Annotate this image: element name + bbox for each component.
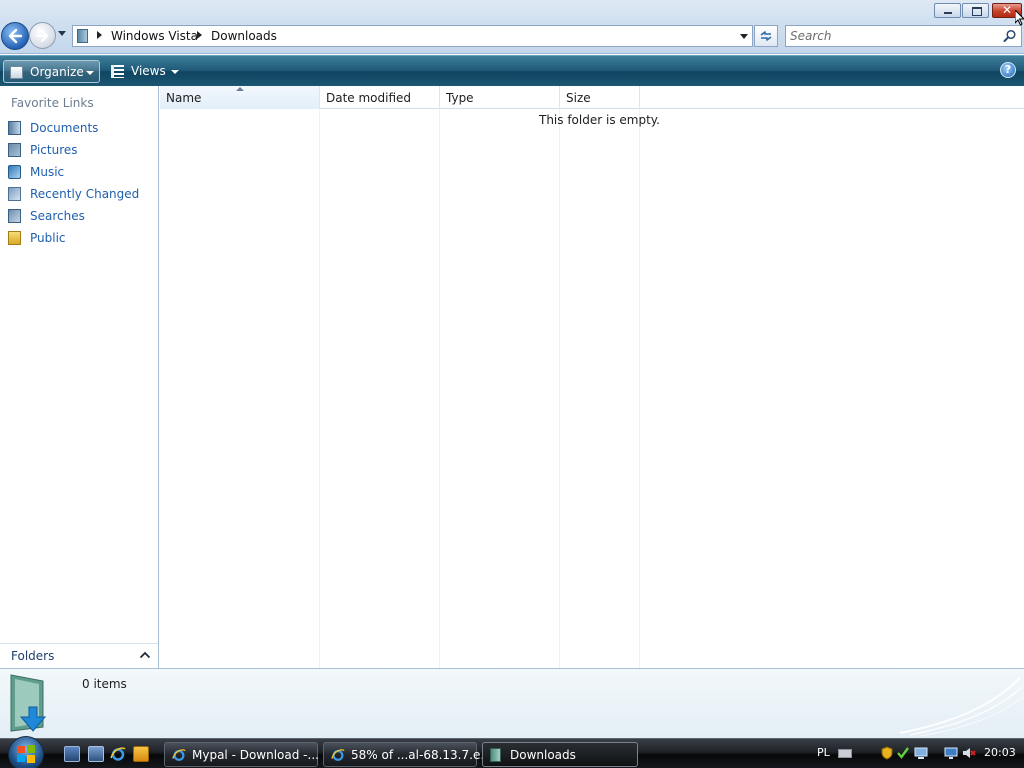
music-icon — [8, 165, 21, 179]
file-list[interactable]: Name Date modified Type Size This folder… — [160, 86, 1024, 668]
search-input[interactable] — [790, 28, 995, 44]
nav-item-label: Documents — [30, 121, 99, 135]
downloads-folder-icon — [10, 674, 47, 732]
nav-item-public[interactable]: Public — [0, 228, 158, 248]
views-icon — [111, 65, 124, 78]
mouse-cursor-icon — [1015, 10, 1024, 26]
favorite-links-heading: Favorite Links — [11, 96, 94, 110]
organize-button[interactable]: Organize — [3, 60, 100, 83]
organize-icon — [10, 66, 23, 79]
forward-button[interactable] — [29, 22, 56, 49]
column-header-row: Name Date modified Type Size — [160, 86, 1024, 109]
column-header-size[interactable]: Size — [560, 86, 640, 109]
refresh-button[interactable] — [754, 25, 778, 47]
taskbar: Mypal - Download -... 58% of ...al-68.13… — [0, 736, 1024, 768]
taskbar-item-download-progress[interactable]: 58% of ...al-68.13.7.e... — [323, 742, 492, 767]
decorative-swoosh — [899, 677, 1024, 737]
nav-item-pictures[interactable]: Pictures — [0, 140, 158, 160]
details-pane: 0 items — [0, 668, 1024, 738]
nav-item-label: Searches — [30, 209, 85, 223]
taskbar-item-label: Mypal - Download -... — [192, 748, 319, 762]
search-box[interactable] — [785, 25, 1022, 47]
searches-icon — [8, 209, 21, 223]
title-bar: Windows Vista Downloads — [0, 0, 1024, 54]
media-player-icon[interactable] — [133, 746, 149, 762]
switch-windows-icon[interactable] — [88, 746, 104, 762]
empty-folder-message: This folder is empty. — [539, 113, 660, 127]
clock[interactable]: 20:03 — [984, 746, 1016, 759]
nav-item-label: Public — [30, 231, 66, 245]
folders-label: Folders — [11, 649, 55, 663]
nav-item-label: Pictures — [30, 143, 78, 157]
refresh-icon — [760, 31, 772, 41]
column-label: Name — [166, 91, 202, 105]
nav-item-music[interactable]: Music — [0, 162, 158, 182]
nav-item-recently-changed[interactable]: Recently Changed — [0, 184, 158, 204]
minimize-button[interactable] — [934, 3, 961, 18]
breadcrumb-windows-vista[interactable]: Windows Vista — [111, 29, 198, 43]
nav-item-documents[interactable]: Documents — [0, 118, 158, 138]
keyboard-icon[interactable] — [838, 749, 852, 758]
column-label: Date modified — [326, 91, 412, 105]
maximize-button[interactable] — [962, 3, 989, 18]
taskbar-item-mypal-download[interactable]: Mypal - Download -... — [164, 742, 319, 767]
address-dropdown-icon[interactable] — [740, 34, 748, 39]
back-button[interactable] — [1, 22, 29, 50]
windows-logo-icon — [17, 745, 35, 763]
chevron-up-icon[interactable] — [139, 650, 151, 660]
navigation-pane: Favorite Links Documents Pictures Music … — [0, 86, 159, 668]
column-divider — [639, 109, 640, 668]
pictures-icon — [8, 143, 21, 157]
recently-changed-icon — [8, 187, 21, 201]
folders-toggle[interactable]: Folders — [0, 643, 158, 668]
views-label: Views — [131, 64, 166, 78]
column-divider — [319, 109, 320, 668]
recent-pages-dropdown[interactable] — [58, 31, 66, 36]
start-button[interactable] — [8, 736, 44, 768]
breadcrumb-separator-icon[interactable] — [197, 31, 202, 39]
address-bar[interactable]: Windows Vista Downloads — [72, 25, 753, 47]
public-folder-icon — [8, 231, 21, 245]
back-arrow-icon — [8, 28, 23, 44]
column-label: Size — [566, 91, 591, 105]
column-header-name[interactable]: Name — [160, 86, 320, 109]
column-divider — [559, 109, 560, 668]
help-button[interactable]: ? — [1000, 62, 1016, 78]
nav-item-label: Recently Changed — [30, 187, 140, 201]
breadcrumb-separator-icon[interactable] — [97, 31, 102, 39]
taskbar-item-downloads[interactable]: Downloads — [482, 742, 638, 767]
command-bar: Organize Views — [0, 55, 1024, 86]
organize-label: Organize — [30, 65, 84, 79]
taskbar-item-label: 58% of ...al-68.13.7.e... — [351, 748, 492, 762]
documents-icon — [8, 121, 21, 135]
display-icon[interactable] — [944, 746, 958, 760]
ie-icon — [331, 749, 345, 761]
language-indicator[interactable]: PL — [817, 746, 830, 759]
ie-icon — [172, 749, 186, 761]
show-desktop-icon[interactable] — [64, 746, 80, 762]
views-button[interactable]: Views — [105, 60, 185, 83]
security-shield-icon[interactable] — [880, 746, 894, 760]
organize-dropdown-icon — [86, 71, 94, 75]
sort-ascending-icon — [236, 87, 244, 91]
forward-arrow-icon — [37, 30, 48, 42]
breadcrumb-downloads[interactable]: Downloads — [211, 29, 277, 43]
column-header-date-modified[interactable]: Date modified — [320, 86, 440, 109]
taskbar-item-label: Downloads — [510, 748, 576, 762]
check-icon[interactable] — [896, 746, 910, 760]
network-icon[interactable] — [914, 746, 928, 760]
column-header-type[interactable]: Type — [440, 86, 560, 109]
views-dropdown-icon — [171, 70, 179, 74]
volume-muted-icon[interactable] — [962, 746, 976, 760]
column-label: Type — [446, 91, 474, 105]
internet-explorer-icon[interactable] — [110, 746, 126, 762]
nav-item-searches[interactable]: Searches — [0, 206, 158, 226]
folder-icon — [77, 29, 88, 43]
nav-item-label: Music — [30, 165, 65, 179]
item-count: 0 items — [82, 677, 127, 691]
search-icon[interactable] — [1003, 29, 1017, 43]
column-divider — [439, 109, 440, 668]
folder-icon — [490, 748, 501, 762]
